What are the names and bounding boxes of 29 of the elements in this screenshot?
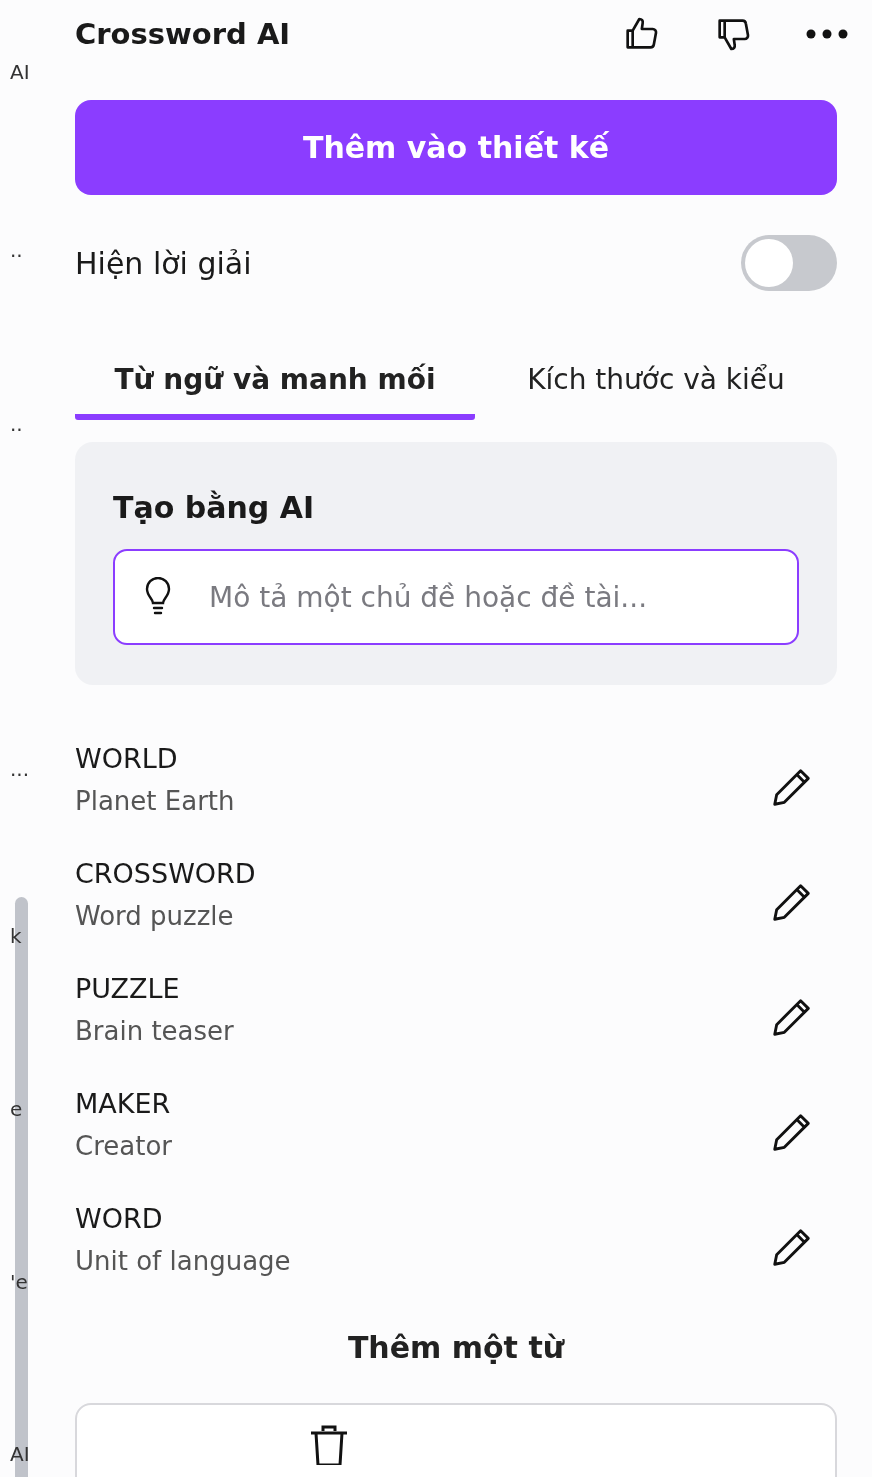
cut-off-text: e [10, 1097, 23, 1121]
clue-text: Unit of language [75, 1246, 291, 1276]
cut-off-text: AI [10, 1442, 30, 1466]
show-answers-toggle[interactable] [741, 235, 837, 291]
word-text: CROSSWORD [75, 858, 256, 889]
cut-off-text: 'e [10, 1270, 28, 1294]
word-text: WORLD [75, 743, 179, 774]
lightbulb-icon [143, 577, 173, 617]
cut-off-text: AI [10, 60, 30, 84]
cut-off-text: k [10, 924, 22, 948]
add-to-design-button[interactable]: Thêm vào thiết kế [75, 100, 837, 195]
more-icon[interactable] [805, 28, 849, 40]
word-text: PUZZLE [75, 973, 181, 1004]
add-word-button[interactable]: Thêm một từ [327, 1320, 585, 1375]
clue-text: Word puzzle [75, 901, 235, 931]
word-text: MAKER [75, 1088, 172, 1119]
card-title: Tạo bằng AI [113, 490, 316, 525]
panel-title: Crossword AI [75, 17, 291, 51]
cut-off-text: .. [10, 238, 23, 262]
cut-off-text: .. [10, 412, 23, 436]
word-text: WORD [75, 1203, 164, 1234]
cut-off-text: ... [10, 757, 30, 781]
clue-text: Brain teaser [75, 1016, 234, 1046]
toggle-label: Hiện lời giải [75, 245, 252, 281]
topic-input-field[interactable]: Mô tả một chủ đề hoặc đề tài... [113, 549, 799, 645]
clue-text: Planet Earth [75, 786, 235, 816]
tab[interactable]: Kích thước và kiểu [475, 350, 837, 420]
clue-text: Creator [75, 1131, 172, 1161]
tab[interactable]: Từ ngữ và manh mối [75, 350, 475, 420]
